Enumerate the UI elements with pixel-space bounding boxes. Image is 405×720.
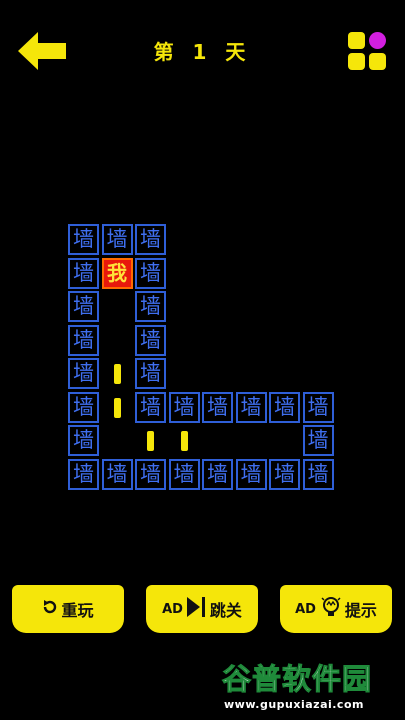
wall-tile: 墙 — [68, 458, 99, 490]
watermark-title: 谷普软件园 — [221, 662, 373, 697]
wall-tile: 墙 — [235, 458, 267, 490]
wall-tile: 墙 — [202, 391, 233, 423]
wall-tile: 墙 — [68, 324, 99, 356]
wall-tile: 墙 — [68, 291, 99, 322]
wall-tile: 墙 — [135, 458, 166, 490]
wall-tile: 墙 — [202, 458, 233, 490]
wall-tile: 墙 — [68, 391, 99, 423]
wall-tile: 墙 — [269, 458, 300, 490]
wall-tile: 墙 — [302, 391, 334, 423]
player-tile[interactable]: 我 — [101, 257, 133, 289]
hint-button[interactable]: AD 提示 — [280, 585, 392, 633]
wall-tile: 墙 — [135, 391, 166, 423]
ad-tag: AD — [162, 601, 183, 617]
top-bar: 第 1 天 — [0, 0, 405, 110]
path-pellet — [113, 397, 121, 418]
wall-tile: 墙 — [101, 458, 133, 490]
wall-tile: 墙 — [168, 391, 200, 423]
hint-label: 提示 — [344, 601, 377, 620]
grid-menu-icon — [348, 32, 365, 49]
wall-tile: 墙 — [269, 391, 300, 423]
path-pellet — [113, 364, 121, 384]
wall-tile: 墙 — [68, 224, 99, 255]
wall-tile: 墙 — [135, 358, 166, 389]
wall-tile: 墙 — [302, 458, 334, 490]
path-pellet — [180, 431, 188, 451]
restart-icon — [42, 599, 58, 619]
wall-tile: 墙 — [135, 257, 166, 289]
wall-tile: 墙 — [135, 291, 166, 322]
wall-tile: 墙 — [68, 257, 99, 289]
path-pellet — [147, 431, 154, 451]
wall-tile: 墙 — [168, 458, 200, 490]
level-title: 第 1 天 — [153, 40, 252, 64]
wall-tile: 墙 — [135, 224, 166, 255]
wall-tile: 墙 — [235, 391, 267, 423]
level-menu-button[interactable] — [348, 32, 388, 72]
skip-level-button[interactable]: AD 跳关 — [146, 585, 258, 633]
replay-button[interactable]: 重玩 — [12, 585, 124, 633]
wall-tile: 墙 — [68, 425, 99, 456]
grid-menu-icon — [348, 53, 365, 70]
wall-tile: 墙 — [68, 358, 99, 389]
wall-tile: 墙 — [135, 324, 166, 356]
grid-menu-dot-icon — [369, 32, 386, 49]
skip-icon — [186, 596, 207, 622]
watermark-url: www.gupuxiazai.com — [224, 698, 364, 711]
wall-tile: 墙 — [302, 425, 334, 456]
skip-label: 跳关 — [209, 601, 242, 620]
ad-tag: AD — [295, 601, 316, 617]
watermark: 谷普软件园 www.gupuxiazai.com — [221, 656, 402, 716]
wall-tile: 墙 — [101, 224, 133, 255]
lightbulb-icon — [320, 595, 342, 623]
grid-menu-icon — [369, 53, 386, 70]
replay-label: 重玩 — [61, 601, 94, 620]
